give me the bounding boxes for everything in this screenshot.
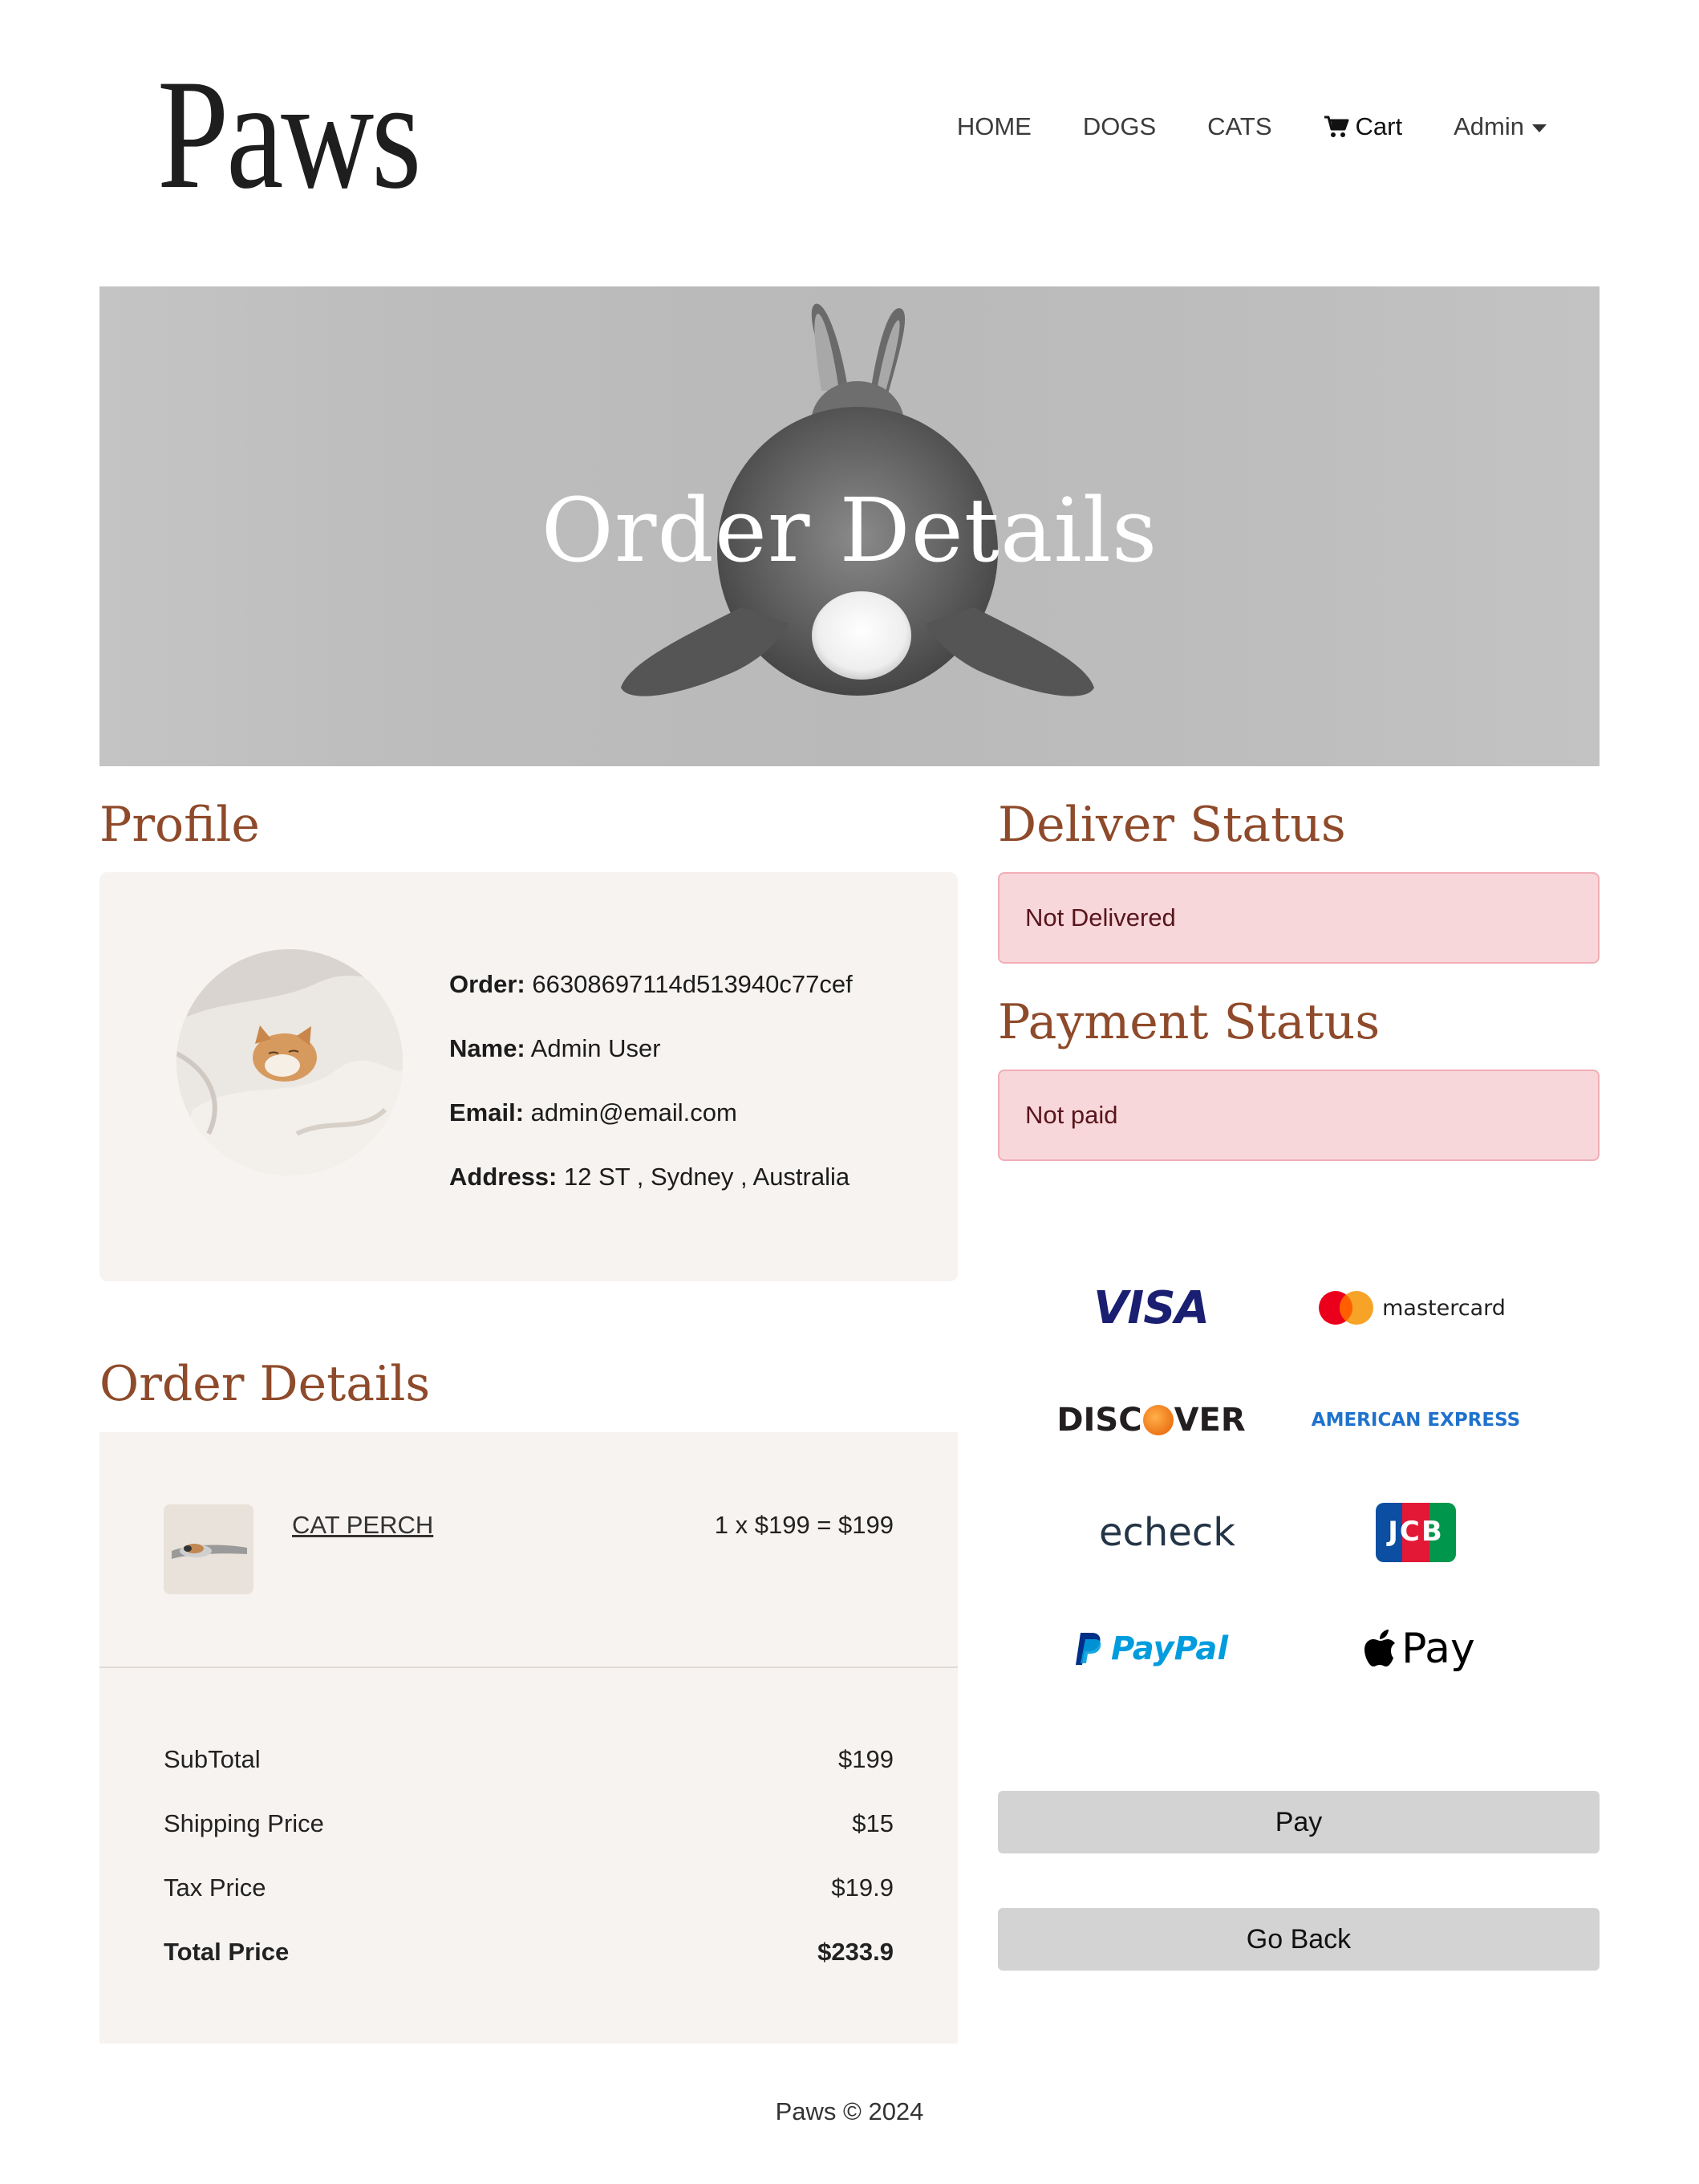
payment-status-text: Not paid: [1025, 1101, 1118, 1129]
name-label: Name:: [449, 1034, 525, 1062]
tax-label: Tax Price: [164, 1873, 266, 1902]
paypal-icon: [1075, 1633, 1101, 1665]
address-value: 12 ST , Sydney , Australia: [564, 1163, 850, 1191]
discover-logo-text-a: DISC: [1056, 1402, 1142, 1439]
order-item-link[interactable]: CAT PERCH: [292, 1511, 433, 1540]
hero-banner: Order Details: [99, 286, 1600, 766]
go-back-button[interactable]: Go Back: [998, 1908, 1600, 1971]
total-row: Total Price $233.9: [164, 1938, 894, 1967]
shipping-value: $15: [852, 1809, 894, 1837]
echeck-logo: echeck: [1067, 1500, 1267, 1565]
address-row: Address: 12 ST , Sydney , Australia: [449, 1145, 853, 1209]
nav-cart-label: Cart: [1355, 112, 1403, 140]
payment-status-heading: Payment Status: [998, 994, 1381, 1050]
paypal-logo-text: PayPal: [1110, 1630, 1229, 1667]
item-thumbnail: [164, 1504, 253, 1594]
subtotal-value: $199: [838, 1745, 894, 1773]
visa-logo-text: VISA: [1093, 1281, 1210, 1334]
name-row: Name: Admin User: [449, 1017, 853, 1081]
order-details-card: CAT PERCH 1 x $199 = $199 SubTotal $199 …: [99, 1432, 958, 2044]
mastercard-logo-text: mastercard: [1382, 1295, 1506, 1321]
deliver-status-text: Not Delivered: [1025, 903, 1176, 932]
apple-pay-logo-text: Pay: [1401, 1625, 1475, 1673]
order-divider: [99, 1666, 958, 1668]
email-value: admin@email.com: [530, 1098, 737, 1127]
discover-dot-icon: [1142, 1405, 1174, 1435]
subtotal-label: SubTotal: [164, 1745, 261, 1773]
nav-dogs[interactable]: DOGS: [1083, 112, 1156, 141]
nav-cats[interactable]: CATS: [1207, 112, 1271, 141]
order-item-price: 1 x $199 = $199: [714, 1511, 894, 1539]
deliver-status-heading: Deliver Status: [998, 797, 1346, 853]
email-row: Email: admin@email.com: [449, 1081, 853, 1145]
discover-logo: DISC VER: [1051, 1388, 1251, 1452]
main-nav: HOME DOGS CATS Cart Admin: [957, 112, 1547, 141]
profile-heading: Profile: [99, 797, 260, 853]
echeck-logo-text: echeck: [1098, 1510, 1236, 1555]
tax-value: $19.9: [831, 1873, 894, 1902]
address-label: Address:: [449, 1163, 558, 1191]
hero-title: Order Details: [541, 479, 1158, 582]
jcb-icon: JCB: [1376, 1503, 1456, 1562]
jcb-logo: JCB: [1364, 1496, 1468, 1569]
total-value: $233.9: [817, 1938, 894, 1966]
nav-admin-label: Admin: [1454, 112, 1524, 140]
tax-row: Tax Price $19.9: [164, 1873, 894, 1902]
cat-perch-image: [164, 1504, 253, 1594]
amex-logo: AMERICAN EXPRESS: [1283, 1388, 1548, 1452]
caret-down-icon: [1532, 124, 1547, 132]
deliver-status-alert: Not Delivered: [998, 872, 1600, 964]
shipping-row: Shipping Price $15: [164, 1809, 894, 1838]
name-value: Admin User: [530, 1034, 661, 1062]
subtotal-row: SubTotal $199: [164, 1745, 894, 1774]
shipping-label: Shipping Price: [164, 1809, 324, 1837]
nav-cart[interactable]: Cart: [1324, 112, 1403, 141]
jcb-logo-text: JCB: [1388, 1516, 1444, 1548]
order-id-value: 66308697114d513940c77cef: [532, 970, 853, 998]
avatar: [176, 949, 403, 1175]
order-details-heading: Order Details: [99, 1356, 431, 1412]
profile-info: Order: 66308697114d513940c77cef Name: Ad…: [449, 952, 853, 1209]
apple-icon: [1364, 1630, 1396, 1666]
total-label: Total Price: [164, 1938, 290, 1966]
mastercard-icon: [1319, 1291, 1374, 1325]
cat-photo: [176, 949, 403, 1175]
nav-home[interactable]: HOME: [957, 112, 1032, 141]
amex-logo-text: AMERICAN EXPRESS: [1311, 1410, 1521, 1431]
discover-logo-text-b: VER: [1174, 1402, 1246, 1439]
pay-button[interactable]: Pay: [998, 1791, 1600, 1853]
visa-logo: VISA: [1051, 1276, 1251, 1340]
apple-pay-logo: Pay: [1332, 1613, 1508, 1685]
cart-icon: [1324, 116, 1349, 137]
profile-card: Order: 66308697114d513940c77cef Name: Ad…: [99, 872, 958, 1281]
mastercard-logo: mastercard: [1308, 1276, 1516, 1340]
paypal-logo: PayPal: [1051, 1617, 1251, 1681]
email-label: Email:: [449, 1098, 525, 1127]
site-logo[interactable]: Paws: [157, 56, 421, 213]
discover-logo-wordmark: DISC VER: [1056, 1402, 1245, 1439]
nav-admin-dropdown[interactable]: Admin: [1454, 112, 1547, 141]
payment-status-alert: Not paid: [998, 1070, 1600, 1161]
footer-copyright: Paws © 2024: [775, 2097, 924, 2125]
order-id-label: Order:: [449, 970, 525, 998]
order-id-row: Order: 66308697114d513940c77cef: [449, 952, 853, 1017]
